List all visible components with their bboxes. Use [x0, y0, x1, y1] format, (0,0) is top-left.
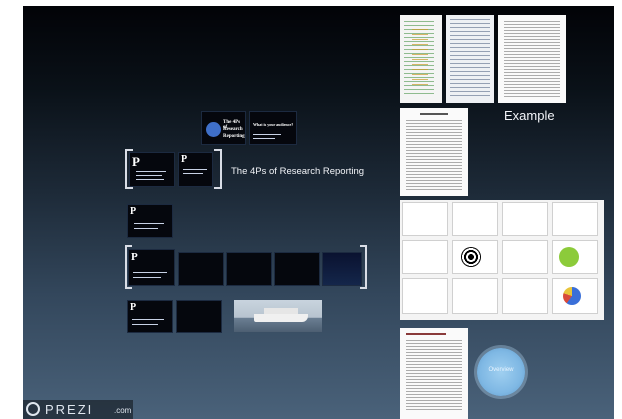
- cruise-ship-image[interactable]: [234, 300, 322, 332]
- overview-circle-button[interactable]: Overview: [477, 348, 525, 396]
- prezi-logo-suffix: .com: [114, 406, 132, 415]
- slide-audience[interactable]: What is your audience?: [249, 111, 297, 145]
- publication-letter: P: [130, 302, 137, 313]
- doc-thumbnail-article[interactable]: [400, 108, 468, 196]
- slide-presentation-5[interactable]: [322, 252, 362, 286]
- doc-thumbnail-bottom[interactable]: [400, 328, 468, 419]
- grid-cell-7[interactable]: [502, 240, 548, 274]
- logo-circle-icon: [206, 122, 221, 137]
- slide-proposal[interactable]: P: [127, 204, 173, 238]
- ship-decks: [264, 308, 298, 314]
- prezi-logo[interactable]: PREZI .com: [23, 400, 133, 419]
- proposal-letter: P: [130, 206, 137, 217]
- slide-purpose[interactable]: P: [129, 152, 175, 187]
- slide-purpose-2[interactable]: P: [178, 152, 213, 187]
- pie-chart-icon: [563, 287, 581, 305]
- example-label: Example: [504, 108, 555, 123]
- grid-cell-8[interactable]: [552, 240, 598, 274]
- doc-thumbnail-text-page[interactable]: [498, 15, 566, 103]
- grid-cell-4[interactable]: [552, 202, 598, 236]
- models-grid[interactable]: [400, 200, 604, 320]
- slide-presentation-2[interactable]: [178, 252, 224, 286]
- grid-cell-11[interactable]: [502, 278, 548, 314]
- title-slide-line2: Research: [223, 127, 243, 132]
- grid-cell-10[interactable]: [452, 278, 498, 314]
- grid-cell-3[interactable]: [502, 202, 548, 236]
- doc-thumbnail-tree-2[interactable]: [446, 15, 494, 103]
- slide-presentation-4[interactable]: [274, 252, 320, 286]
- ship-hull: [254, 314, 308, 322]
- slide-presentation-3[interactable]: [226, 252, 272, 286]
- target-icon: [461, 247, 481, 267]
- grid-cell-5[interactable]: [402, 240, 448, 274]
- doc-thumbnail-tree-1[interactable]: [400, 15, 442, 103]
- grid-cell-6[interactable]: [452, 240, 498, 274]
- presentation-letter: P: [131, 251, 138, 263]
- slide-publication-2[interactable]: [176, 300, 222, 333]
- slide-presentation[interactable]: P: [128, 249, 175, 286]
- green-diagram-icon: [559, 247, 579, 267]
- prezi-logo-text: PREZI: [45, 402, 94, 417]
- group-bracket-right: [214, 149, 222, 189]
- group-caption-4ps: The 4Ps of Research Reporting: [231, 166, 365, 177]
- grid-cell-12[interactable]: [552, 278, 598, 314]
- grid-cell-2[interactable]: [452, 202, 498, 236]
- grid-cell-9[interactable]: [402, 278, 448, 314]
- slide-title-4ps[interactable]: The 4Ps of Research Reporting: [201, 111, 246, 145]
- purpose-letter: P: [132, 154, 140, 169]
- prezi-canvas[interactable]: Example Overview The 4Ps of Research Rep…: [23, 6, 614, 419]
- overview-circle-label: Overview: [488, 367, 514, 373]
- prezi-logo-icon: [26, 402, 40, 416]
- slide-publication[interactable]: P: [127, 300, 173, 333]
- audience-heading: What is your audience?: [253, 122, 294, 127]
- grid-cell-1[interactable]: [402, 202, 448, 236]
- title-slide-line3: Reporting: [223, 134, 245, 139]
- purpose-2-letter: P: [181, 154, 188, 165]
